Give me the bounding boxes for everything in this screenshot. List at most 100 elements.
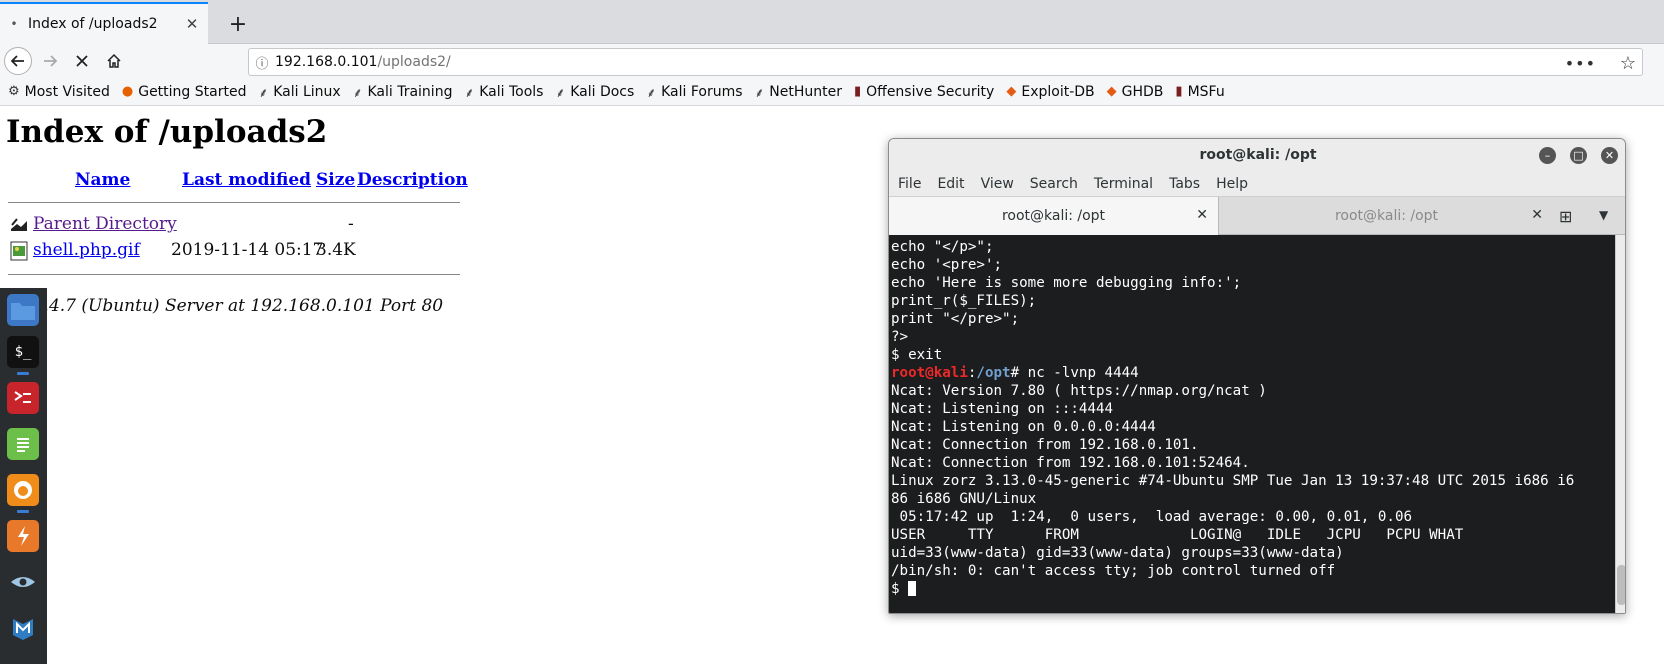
url-host: 192.168.0.101	[275, 54, 378, 70]
menu-terminal[interactable]: Terminal	[1094, 176, 1153, 192]
menu-help[interactable]: Help	[1216, 176, 1248, 192]
bookmark-getting-started[interactable]: ● Getting Started	[122, 84, 247, 100]
back-folder-icon	[11, 218, 27, 231]
terminal-line: $ exit	[891, 347, 943, 363]
terminal-line: echo "</p>";	[891, 239, 994, 255]
browser-tab[interactable]: • Index of /uploads2 ✕	[0, 2, 208, 44]
page-actions-icon[interactable]: •••	[1565, 49, 1596, 77]
url-bar[interactable]: ⓘ 192.168.0.101/uploads2/ ••• ☆	[248, 48, 1643, 76]
minimize-icon[interactable]: –	[1539, 147, 1556, 164]
home-button[interactable]	[100, 47, 128, 75]
bookmark-nethunter[interactable]: ⸙ NetHunter	[755, 83, 842, 101]
chevron-down-icon[interactable]: ▼	[1599, 208, 1608, 222]
metasploit-icon[interactable]	[7, 612, 39, 644]
terminal-input-line[interactable]: $	[891, 580, 1615, 598]
terminal-line: USER TTY FROM LOGIN@ IDLE JCPU PCPU WHAT	[891, 527, 1464, 543]
terminal-tab-label: root@kali: /opt	[1001, 208, 1106, 224]
bookmark-kali-docs[interactable]: ⸙ Kali Docs	[555, 83, 634, 101]
stop-button[interactable]	[68, 47, 96, 75]
new-tab-icon[interactable]: ⊞	[1559, 207, 1572, 226]
new-tab-button[interactable]: +	[224, 10, 252, 38]
terminal-icon[interactable]: $_	[7, 336, 39, 368]
bookmark-kali-linux[interactable]: ⸙ Kali Linux	[258, 83, 340, 101]
browser-nav-bar: ⓘ 192.168.0.101/uploads2/ ••• ☆	[0, 44, 1664, 78]
divider	[8, 274, 460, 275]
kali-icon: ⸙	[555, 85, 566, 101]
divider	[8, 202, 460, 203]
scrollbar-thumb[interactable]	[1617, 565, 1625, 605]
terminal-tab-bar: root@kali: /opt ✕ root@kali: /opt ✕ ⊞ ▼	[889, 197, 1625, 235]
kali-icon: ⸙	[646, 85, 657, 101]
url-path: /uploads2/	[377, 54, 451, 70]
menu-file[interactable]: File	[898, 176, 921, 192]
server-signature: he/2.4.7 (Ubuntu) Server at 192.168.0.10…	[6, 296, 444, 316]
home-icon	[107, 53, 121, 68]
terminal-output[interactable]: echo "</p>"; echo '<pre>'; echo 'Here is…	[889, 235, 1615, 613]
close-icon[interactable]: ✕	[1531, 207, 1543, 223]
terminal-line: echo 'Here is some more debugging info:'…	[891, 275, 1242, 291]
sort-name-link[interactable]: Name	[75, 170, 130, 190]
bookmark-most-visited[interactable]: ⚙ Most Visited	[8, 84, 110, 100]
terminal-line: Ncat: Connection from 192.168.0.101:5246…	[891, 455, 1250, 471]
info-icon[interactable]: ⓘ	[249, 53, 275, 72]
browser-tab-bar: • Index of /uploads2 ✕ +	[0, 0, 1664, 44]
terminal-prompt-line: root@kali:/opt# nc -lvnp 4444	[891, 364, 1615, 382]
sort-description-link[interactable]: Description	[357, 170, 468, 190]
terminal-scrollbar[interactable]	[1615, 235, 1625, 613]
bookmark-ghdb[interactable]: ◆ GHDB	[1107, 84, 1164, 100]
terminal-line: Ncat: Version 7.80 ( https://nmap.org/nc…	[891, 383, 1267, 399]
bookmark-offensive-security[interactable]: ▮ Offensive Security	[854, 84, 994, 100]
terminal-line: Ncat: Connection from 192.168.0.101.	[891, 437, 1199, 453]
burp-icon[interactable]	[7, 520, 39, 552]
file-link[interactable]: shell.php.gif	[33, 240, 140, 260]
tab-title: Index of /uploads2	[28, 16, 158, 32]
menu-edit[interactable]: Edit	[937, 176, 964, 192]
menu-view[interactable]: View	[981, 176, 1014, 192]
kali-icon: ⸙	[258, 85, 269, 101]
shell-prompt: $	[891, 581, 909, 597]
terminal-menubar: File Edit View Search Terminal Tabs Help	[889, 171, 1625, 197]
parent-directory-link[interactable]: Parent Directory	[33, 214, 177, 234]
firefox-icon[interactable]	[7, 474, 39, 506]
close-icon[interactable]: ✕	[1196, 207, 1208, 223]
terminal-titlebar[interactable]: root@kali: /opt – □ ✕	[889, 139, 1625, 171]
tab-close-icon[interactable]: ✕	[180, 12, 204, 36]
prompt-command: # nc -lvnp 4444	[1010, 365, 1139, 381]
running-indicator	[17, 510, 29, 513]
menu-tabs[interactable]: Tabs	[1169, 176, 1200, 192]
parent-size: -	[348, 214, 354, 234]
forward-button[interactable]	[36, 47, 64, 75]
menu-search[interactable]: Search	[1030, 176, 1078, 192]
bookmark-star-icon[interactable]: ☆	[1620, 49, 1636, 77]
terminal-line: echo '<pre>';	[891, 257, 1003, 273]
app-red-icon[interactable]	[7, 382, 39, 414]
files-icon[interactable]	[7, 294, 39, 326]
notes-icon[interactable]	[7, 428, 39, 460]
eye-icon[interactable]	[7, 566, 39, 598]
index-table-header: Name Last modified Size Description	[6, 166, 468, 196]
page-title: Index of /uploads2	[6, 114, 328, 150]
bookmark-kali-forums[interactable]: ⸙ Kali Forums	[646, 83, 742, 101]
sort-size-link[interactable]: Size	[316, 170, 355, 190]
firefox-icon: ●	[121, 84, 134, 99]
image-file-icon	[10, 241, 28, 261]
bookmark-kali-tools[interactable]: ⸙ Kali Tools	[464, 83, 543, 101]
back-button[interactable]	[4, 47, 32, 75]
terminal-title: root@kali: /opt	[1199, 147, 1317, 163]
file-size: 3.4K	[316, 240, 356, 260]
bookmark-exploit-db[interactable]: ◆ Exploit-DB	[1006, 84, 1094, 100]
bookmark-kali-training[interactable]: ⸙ Kali Training	[353, 83, 453, 101]
bookmark-msfu[interactable]: ▮ MSFu	[1175, 84, 1224, 100]
kali-icon: ⸙	[352, 85, 363, 101]
maximize-icon[interactable]: □	[1570, 147, 1587, 164]
terminal-tab-1[interactable]: root@kali: /opt ✕	[889, 197, 1219, 235]
stop-icon	[76, 55, 88, 67]
terminal-line: Ncat: Listening on :::4444	[891, 401, 1114, 417]
terminal-tab-2[interactable]: root@kali: /opt ✕	[1220, 197, 1553, 235]
close-icon[interactable]: ✕	[1601, 147, 1618, 164]
forward-arrow-icon	[44, 55, 58, 67]
file-modified: 2019-11-14 05:17	[171, 240, 324, 260]
terminal-line: ?>	[891, 329, 909, 345]
running-indicator	[17, 372, 29, 375]
sort-modified-link[interactable]: Last modified	[182, 170, 311, 190]
